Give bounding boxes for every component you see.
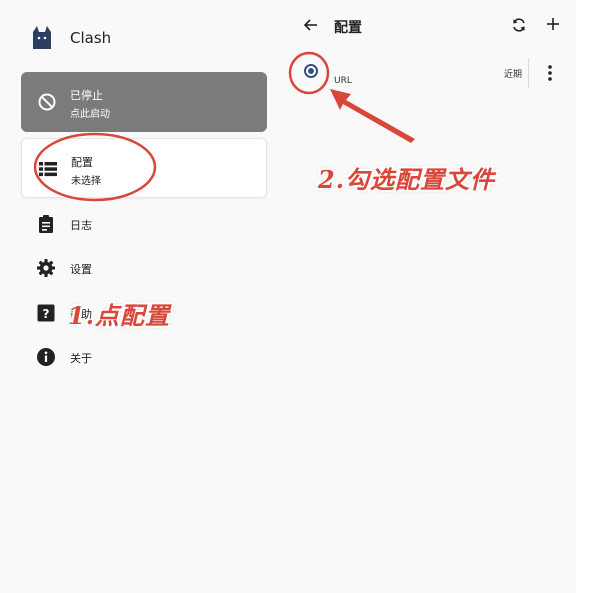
- profile-card-subtitle: 未选择: [71, 176, 101, 187]
- profile-radio-button[interactable]: [304, 64, 318, 78]
- menu-item-settings-label: 设置: [70, 263, 92, 276]
- clipboard-icon: [39, 215, 53, 233]
- profile-name: URL: [334, 76, 352, 86]
- status-title: 已停止: [70, 89, 103, 102]
- clash-logo: [30, 24, 54, 52]
- back-arrow-icon[interactable]: [302, 16, 320, 34]
- profile-row[interactable]: URL 近期: [290, 56, 576, 92]
- blocked-icon: [38, 93, 56, 111]
- profile-card-title: 配置: [71, 156, 93, 169]
- add-icon[interactable]: [544, 15, 562, 33]
- svg-text:?: ?: [43, 307, 50, 321]
- right-margin: [576, 0, 600, 593]
- menu-item-settings[interactable]: 设置: [36, 256, 236, 280]
- row-divider: [528, 58, 529, 88]
- annotation-step1-label: 1.点配置: [68, 301, 171, 330]
- menu-item-logs-label: 日志: [70, 219, 92, 232]
- info-icon: [37, 348, 55, 366]
- app-title: Clash: [70, 29, 112, 47]
- help-icon: ?: [37, 304, 55, 322]
- page-title: 配置: [334, 20, 362, 36]
- status-subtitle: 点此启动: [70, 109, 110, 120]
- proxy-status-card[interactable]: 已停止 点此启动: [21, 72, 267, 132]
- annotation-step2-label: 2.勾选配置文件: [318, 165, 496, 194]
- list-icon: [39, 162, 57, 177]
- gear-icon: [37, 259, 55, 277]
- cat-logo-icon: [33, 26, 51, 49]
- menu-item-about[interactable]: 关于: [36, 345, 236, 369]
- menu-item-logs[interactable]: 日志: [36, 212, 236, 236]
- more-vert-icon[interactable]: [547, 64, 553, 82]
- profile-updated-time: 近期: [504, 70, 523, 80]
- profile-card[interactable]: 配置 未选择: [21, 138, 267, 198]
- menu-item-about-label: 关于: [70, 352, 92, 365]
- refresh-icon[interactable]: [511, 17, 527, 33]
